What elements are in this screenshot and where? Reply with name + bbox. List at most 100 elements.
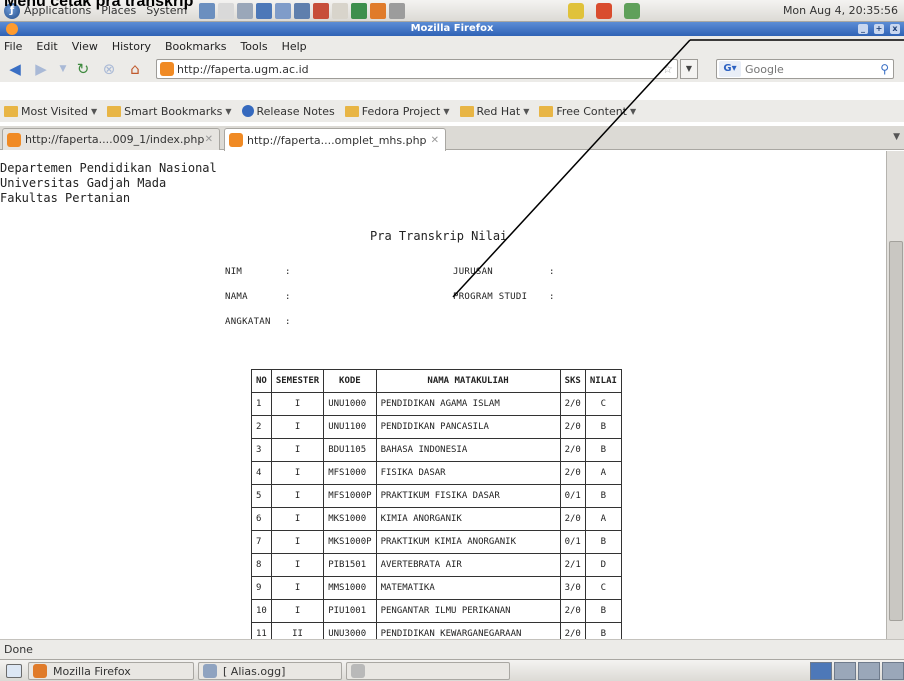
header-line-faculty: Fakultas Pertanian — [0, 191, 131, 205]
vertical-scrollbar[interactable] — [886, 151, 904, 639]
bookmark-free-content[interactable]: Free Content ▼ — [539, 105, 636, 118]
cell-semester: I — [270, 599, 325, 623]
search-magnifier-icon[interactable]: ⚲ — [880, 62, 889, 76]
cell-kode: MMS1000 — [323, 576, 377, 600]
launcher-help-icon[interactable] — [332, 2, 349, 19]
cell-nilai: B — [584, 438, 622, 462]
maximize-button[interactable]: + — [874, 24, 884, 34]
bookmark-release-notes[interactable]: Release Notes — [241, 105, 335, 118]
bookmark-smart-bookmarks[interactable]: Smart Bookmarks ▼ — [107, 105, 232, 118]
cell-nilai: B — [584, 415, 622, 439]
cell-nama-matakuliah: AVERTEBRATA AIR — [375, 553, 561, 577]
close-tab-icon[interactable]: ✕ — [205, 134, 213, 145]
bottom-panel: Mozilla Firefox [ Alias.ogg] — [0, 659, 904, 681]
history-dropdown-icon[interactable]: ▼ — [58, 60, 68, 78]
taskbar-window-3[interactable] — [346, 662, 510, 680]
col-nama-matakuliah: NAMA MATAKULIAH — [375, 369, 561, 393]
menu-history[interactable]: History — [112, 40, 151, 53]
reload-icon[interactable]: ↻ — [74, 60, 92, 78]
menu-view[interactable]: View — [72, 40, 98, 53]
bookmark-most-visited[interactable]: Most Visited ▼ — [4, 105, 97, 118]
forward-arrow-icon[interactable]: ▶ — [32, 60, 50, 78]
launcher-text-editor-icon[interactable] — [218, 2, 235, 19]
menu-help[interactable]: Help — [282, 40, 307, 53]
cell-sks: 2/0 — [559, 415, 586, 439]
table-row: 5 I MFS1000P PRAKTIKUM FISIKA DASAR 0/1 B — [251, 484, 622, 508]
angkatan-row: ANGKATAN: — [225, 317, 297, 327]
launcher-app-icon[interactable] — [313, 2, 330, 19]
col-sks: SKS — [559, 369, 586, 393]
search-input[interactable] — [745, 62, 865, 76]
search-engine-icon[interactable]: G▾ — [719, 61, 741, 77]
tab-list-chevron-icon[interactable]: ▼ — [893, 132, 900, 142]
menu-tools[interactable]: Tools — [240, 40, 267, 53]
bookmark-star-icon[interactable]: ☆ — [662, 62, 673, 76]
tab-index[interactable]: http://faperta....009_1/index.php ✕ — [2, 128, 220, 150]
cell-semester: I — [270, 415, 325, 439]
cell-nilai: A — [584, 507, 622, 531]
workspace-3[interactable] — [858, 662, 880, 680]
url-text[interactable]: http://faperta.ugm.ac.id — [177, 63, 309, 76]
bookmark-red-hat[interactable]: Red Hat ▼ — [459, 104, 530, 118]
launcher-firefox-icon[interactable] — [370, 2, 387, 19]
table-row: 4 I MFS1000 FISIKA DASAR 2/0 A — [251, 461, 622, 485]
workspace-4[interactable] — [882, 662, 904, 680]
cell-sks: 2/0 — [559, 507, 586, 531]
table-row: 2 I UNU1100 PENDIDIKAN PANCASILA 2/0 B — [251, 415, 622, 439]
tab-label: http://faperta....omplet_mhs.php — [247, 133, 427, 147]
chevron-down-icon: ▼ — [90, 106, 98, 116]
launcher-terminal-icon[interactable] — [199, 2, 216, 19]
cell-semester: I — [270, 553, 325, 577]
menu-file[interactable]: File — [4, 40, 22, 53]
network-tray-icon[interactable] — [624, 3, 640, 19]
notes-tray-icon[interactable] — [568, 3, 584, 19]
chevron-down-icon: ▼ — [523, 106, 530, 116]
minimize-button[interactable]: _ — [858, 24, 868, 34]
taskbar-audio[interactable]: [ Alias.ogg] — [198, 662, 342, 680]
tab-favicon-icon — [229, 133, 243, 147]
cell-kode: PIU1001 — [323, 599, 377, 623]
table-row: 9 I MMS1000 MATEMATIKA 3/0 C — [251, 576, 622, 600]
bookmark-label: Red Hat — [476, 104, 521, 118]
cell-nilai: A — [584, 461, 622, 485]
launcher-files-icon[interactable] — [237, 2, 254, 19]
menu-edit[interactable]: Edit — [36, 40, 57, 53]
chevron-down-icon: ▼ — [443, 106, 450, 116]
launcher-monitor-icon[interactable] — [256, 2, 273, 19]
scrollbar-thumb[interactable] — [889, 241, 903, 621]
nim-row: NIM: — [225, 267, 297, 277]
table-row: 6 I MKS1000 KIMIA ANORGANIK 2/0 A — [251, 507, 622, 531]
launcher-web-icon[interactable] — [294, 2, 311, 19]
bookmark-fedora-project[interactable]: Fedora Project ▼ — [344, 105, 450, 118]
window-icon[interactable] — [6, 23, 18, 35]
close-window-button[interactable]: x — [890, 24, 900, 34]
cell-no: 6 — [251, 507, 272, 531]
cell-nama-matakuliah: PENDIDIKAN KEWARGANEGARAAN — [375, 622, 561, 639]
tab-transkrip[interactable]: http://faperta....omplet_mhs.php ✕ — [224, 128, 446, 151]
window-titlebar[interactable]: Mozilla Firefox _ + x — [0, 22, 904, 36]
url-dropdown-button[interactable]: ▼ — [680, 59, 698, 79]
update-tray-icon[interactable] — [596, 3, 612, 19]
launcher-spreadsheet-icon[interactable] — [351, 2, 368, 19]
angkatan-colon: : — [285, 317, 291, 327]
nim-colon: : — [285, 267, 291, 277]
close-tab-icon[interactable]: ✕ — [431, 135, 439, 146]
search-box[interactable]: G▾ ⚲ — [716, 59, 894, 79]
workspace-switcher — [808, 662, 904, 680]
launcher-misc-icon[interactable] — [389, 2, 406, 19]
col-nilai: NILAI — [584, 369, 622, 393]
menu-bookmarks[interactable]: Bookmarks — [165, 40, 226, 53]
show-desktop-icon[interactable] — [6, 664, 22, 678]
home-icon[interactable]: ⌂ — [126, 60, 144, 78]
clock[interactable]: Mon Aug 4, 20:35:56 — [783, 4, 898, 17]
workspace-2[interactable] — [834, 662, 856, 680]
launcher-network-icon[interactable] — [275, 2, 292, 19]
taskbar-firefox[interactable]: Mozilla Firefox — [28, 662, 194, 680]
table-row: 7 I MKS1000P PRAKTIKUM KIMIA ANORGANIK 0/1 B — [251, 530, 622, 554]
workspace-1[interactable] — [810, 662, 832, 680]
cell-sks: 2/1 — [559, 553, 586, 577]
stop-icon[interactable]: ⊗ — [100, 60, 118, 78]
back-arrow-icon[interactable]: ◀ — [6, 60, 24, 78]
cell-semester: I — [270, 507, 325, 531]
url-bar[interactable]: http://faperta.ugm.ac.id ☆ — [156, 59, 678, 79]
